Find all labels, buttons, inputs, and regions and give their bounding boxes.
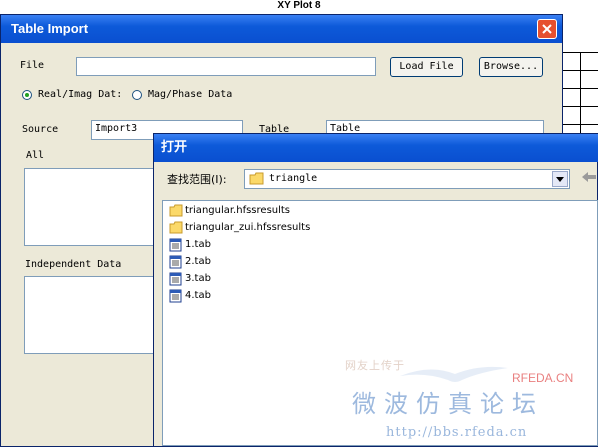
tab-file-icon: [169, 255, 182, 269]
close-button[interactable]: [537, 19, 557, 39]
radio-mag-phase[interactable]: [132, 90, 142, 100]
radio-real-imag[interactable]: [22, 90, 32, 100]
watermark-brand: RFEDA.CN: [512, 371, 574, 385]
radio-real-imag-label: Real/Imag Dat:: [38, 89, 123, 100]
list-item-label: 4.tab: [185, 290, 211, 301]
watermark-forum-name: 微波仿真论坛: [352, 390, 544, 418]
look-in-dropdown[interactable]: triangle: [244, 169, 570, 189]
tab-file-icon: [169, 238, 182, 252]
tab-file-icon: [169, 289, 182, 303]
look-in-label: 查找范围(I):: [167, 173, 227, 186]
chevron-down-icon: [556, 177, 564, 182]
list-item-label: triangular.hfssresults: [185, 205, 291, 216]
independent-data-label: Independent Data: [25, 259, 122, 270]
dropdown-arrow-button[interactable]: [552, 171, 568, 187]
watermark-uploader-text: 网友上传于: [345, 359, 405, 372]
folder-icon: [169, 204, 183, 217]
file-label: File: [20, 60, 45, 71]
bird-watermark-icon: [400, 366, 508, 382]
radio-mag-phase-label: Mag/Phase Data: [148, 89, 233, 100]
list-item-label: 2.tab: [185, 256, 211, 267]
source-label: Source: [22, 124, 59, 135]
table-import-title: Table Import: [11, 21, 89, 36]
all-columns-list[interactable]: [24, 168, 159, 246]
look-in-value: triangle: [269, 173, 318, 184]
folder-icon: [169, 221, 183, 234]
folder-icon: [249, 172, 264, 185]
list-item-label: 1.tab: [185, 239, 211, 250]
tab-file-icon: [169, 272, 182, 286]
all-label: All: [26, 150, 45, 161]
browse-button[interactable]: Browse...: [479, 57, 543, 77]
xy-plot-title: XY Plot 8: [277, 0, 321, 11]
load-file-button[interactable]: Load File: [390, 57, 463, 77]
open-dialog-title: 打开: [161, 140, 188, 155]
list-item-label: 3.tab: [185, 273, 211, 284]
table-import-titlebar[interactable]: Table Import: [1, 15, 562, 43]
list-item-label: triangular_zui.hfssresults: [185, 222, 311, 233]
independent-data-list[interactable]: [24, 276, 159, 354]
close-icon: [542, 24, 552, 34]
back-arrow-icon[interactable]: [582, 171, 596, 183]
watermark-url: http://bbs.rfeda.cn: [386, 425, 528, 440]
file-path-input[interactable]: [76, 57, 376, 76]
open-dialog-titlebar[interactable]: 打开: [154, 134, 598, 162]
